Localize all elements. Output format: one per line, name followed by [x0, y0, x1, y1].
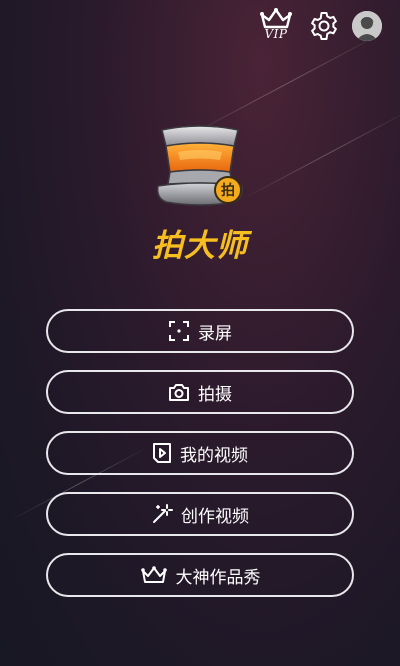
screen-record-icon [169, 321, 189, 341]
magic-wand-icon [153, 504, 173, 523]
camera-label: 拍摄 [198, 384, 232, 405]
showcase-label: 大神作品秀 [175, 567, 261, 588]
screen-record-label: 录屏 [198, 323, 232, 344]
user-avatar-icon [352, 11, 382, 41]
my-videos-label: 我的视频 [180, 445, 248, 466]
logo-badge-text: 拍 [221, 182, 235, 199]
background-streak [239, 106, 400, 201]
vip-label: VIP [264, 27, 288, 41]
hat-logo-icon: 拍 [156, 125, 244, 206]
create-video-label: 创作视频 [181, 506, 249, 527]
showcase-button[interactable]: 大神作品秀 [46, 553, 354, 597]
my-videos-button[interactable]: 我的视频 [46, 431, 354, 475]
gear-icon[interactable] [308, 10, 340, 42]
video-file-icon [153, 443, 171, 463]
avatar[interactable] [352, 11, 382, 41]
screen-record-button[interactable]: 录屏 [46, 309, 354, 353]
camera-icon [169, 384, 189, 401]
create-video-button[interactable]: 创作视频 [46, 492, 354, 536]
top-bar: VIP [256, 8, 382, 44]
main-menu: 录屏 拍摄 我的视频 创作视频 大神作品秀 [46, 309, 354, 614]
crown-icon [140, 566, 167, 583]
camera-button[interactable]: 拍摄 [46, 370, 354, 414]
app-name: 拍大师 [152, 228, 248, 264]
app-logo: 拍 [150, 124, 250, 210]
vip-button[interactable]: VIP [256, 8, 296, 44]
